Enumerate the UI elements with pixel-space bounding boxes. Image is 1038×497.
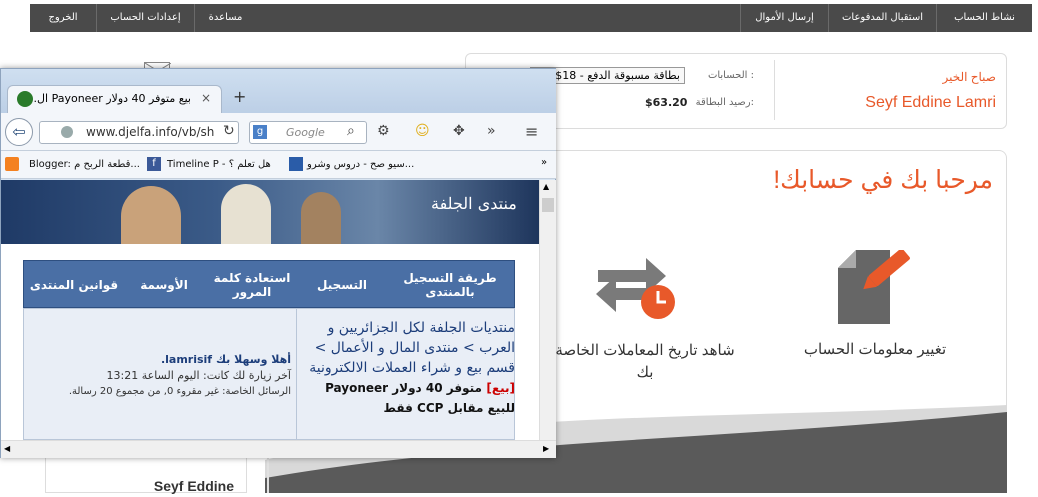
reload-icon[interactable]: ↻ <box>223 123 235 139</box>
search-placeholder: Google <box>286 126 325 139</box>
forum-navbar: طريقة التسجيل بالمنتدى التسجيل استعادة ك… <box>23 260 515 308</box>
scroll-right-icon[interactable]: ▶ <box>543 444 549 453</box>
horizontal-scrollbar[interactable]: ◀ ▶ <box>1 440 556 458</box>
overflow-chevron-icon[interactable]: » <box>487 123 496 139</box>
site-icon <box>289 157 303 171</box>
nav-medals[interactable]: الأوسمة <box>124 261 204 309</box>
blogger-icon <box>5 157 19 171</box>
new-tab-button[interactable]: + <box>233 87 246 106</box>
top-navigation: الخروج إعدادات الحساب مساعدة إرسال الأمو… <box>30 4 1032 32</box>
bookmark-seo[interactable]: سيو صح - دروس وشرو... <box>307 157 414 173</box>
last-visit: آخر زيارة لك كانت: اليوم الساعة 13:21 <box>106 369 291 382</box>
nav-receive-payments[interactable]: استقبال المدفوعات <box>828 4 936 32</box>
nav-send-money[interactable]: إرسال الأموال <box>740 4 828 32</box>
user-name: Seyf Eddine Lamri <box>865 94 996 111</box>
tab-close-icon[interactable]: × <box>201 91 211 105</box>
banner-figure <box>301 192 341 244</box>
menu-icon[interactable]: ≡ <box>525 122 538 141</box>
page-content: منتدى الجلفة طريقة التسجيل بالمنتدى التس… <box>1 180 539 440</box>
private-messages[interactable]: الرسائل الخاصة: غير مقروء 0, من مجموع 20… <box>27 384 291 400</box>
scroll-left-icon[interactable]: ◀ <box>4 444 10 453</box>
nav-help[interactable]: مساعدة <box>194 4 256 32</box>
breadcrumb-path[interactable]: منتديات الجلفة لكل الجزائريين و العرب > … <box>309 320 515 376</box>
move-icon[interactable]: ✥ <box>453 123 465 139</box>
divider <box>774 60 775 120</box>
bookmark-timeline[interactable]: Timeline P - هل تعلم ؟ <box>167 157 271 173</box>
tab-strip: بيع متوفر 40 دولار Payoneer ال... × + <box>1 69 556 113</box>
action-transaction-history[interactable]: شاهد تاريخ المعاملات الخاصة بك <box>555 340 735 384</box>
edit-account-icon[interactable] <box>838 248 910 324</box>
addon-icon[interactable]: ☺ <box>415 123 430 139</box>
welcome-user[interactable]: أهلا وسهلا بك lamrisif. <box>27 352 291 368</box>
nav-logout[interactable]: الخروج <box>30 4 96 32</box>
back-button[interactable]: ⇦ <box>5 118 33 146</box>
user-info: أهلا وسهلا بك lamrisif. آخر زيارة لك كان… <box>27 352 291 400</box>
greeting: صباح الخير <box>942 70 996 84</box>
nav-recover-password[interactable]: استعادة كلمة المرور <box>204 261 300 309</box>
banner-figure <box>121 186 181 244</box>
favicon-icon <box>17 91 33 107</box>
scroll-up-icon[interactable]: ▲ <box>543 182 549 191</box>
balance-label: رصيد البطاقة: <box>695 97 754 108</box>
nav-registration-guide[interactable]: طريقة التسجيل بالمنتدى <box>384 261 516 309</box>
breadcrumb: منتديات الجلفة لكل الجزائريين و العرب > … <box>297 318 515 418</box>
forum-logo: منتدى الجلفة <box>431 194 517 213</box>
globe-icon <box>61 126 73 138</box>
sidebar-user-name: Seyf Eddine <box>153 478 234 494</box>
nav-account-activity[interactable]: نشاط الحساب <box>936 4 1032 32</box>
google-search-icon[interactable]: g <box>253 125 267 139</box>
search-magnifier-icon[interactable]: ⌕ <box>347 123 355 139</box>
nav-register[interactable]: التسجيل <box>300 261 384 309</box>
thread-tag: [بيع] <box>486 381 515 395</box>
scroll-thumb[interactable] <box>542 198 554 212</box>
tab-title: بيع متوفر 40 دولار Payoneer ال... <box>26 92 191 105</box>
transactions-icon[interactable] <box>594 250 680 324</box>
balance-value: $63.20 <box>645 96 688 109</box>
browser-tab[interactable]: بيع متوفر 40 دولار Payoneer ال... <box>7 85 222 113</box>
browser-window[interactable]: بيع متوفر 40 دولار Payoneer ال... × + ⇦ … <box>0 68 556 458</box>
bookmarks-bar: Blogger: قطعة الربح م... f Timeline P - … <box>1 151 556 179</box>
bookmark-blogger[interactable]: Blogger: قطعة الربح م... <box>29 157 140 173</box>
navigation-toolbar: ⇦ www.djelfa.info/vb/sh ↻ Google g ⌕ ⚙ ☺… <box>1 113 556 151</box>
accounts-label: الحسابات : <box>707 70 754 81</box>
gear-icon[interactable]: ⚙ <box>377 123 390 139</box>
welcome-heading: مرحبا بك في حسابك! <box>773 166 993 194</box>
bookmarks-overflow-icon[interactable]: » <box>541 157 547 168</box>
action-edit-account[interactable]: تغيير معلومات الحساب <box>790 340 960 358</box>
banner-figure <box>221 184 271 244</box>
url-text: www.djelfa.info/vb/sh <box>86 125 215 139</box>
nav-account-settings[interactable]: إعدادات الحساب <box>96 4 194 32</box>
forum-banner: منتدى الجلفة <box>1 180 539 244</box>
vertical-scrollbar[interactable]: ▲ <box>539 180 556 440</box>
facebook-icon: f <box>147 157 161 171</box>
nav-forum-rules[interactable]: قوانين المنتدى <box>24 261 124 309</box>
